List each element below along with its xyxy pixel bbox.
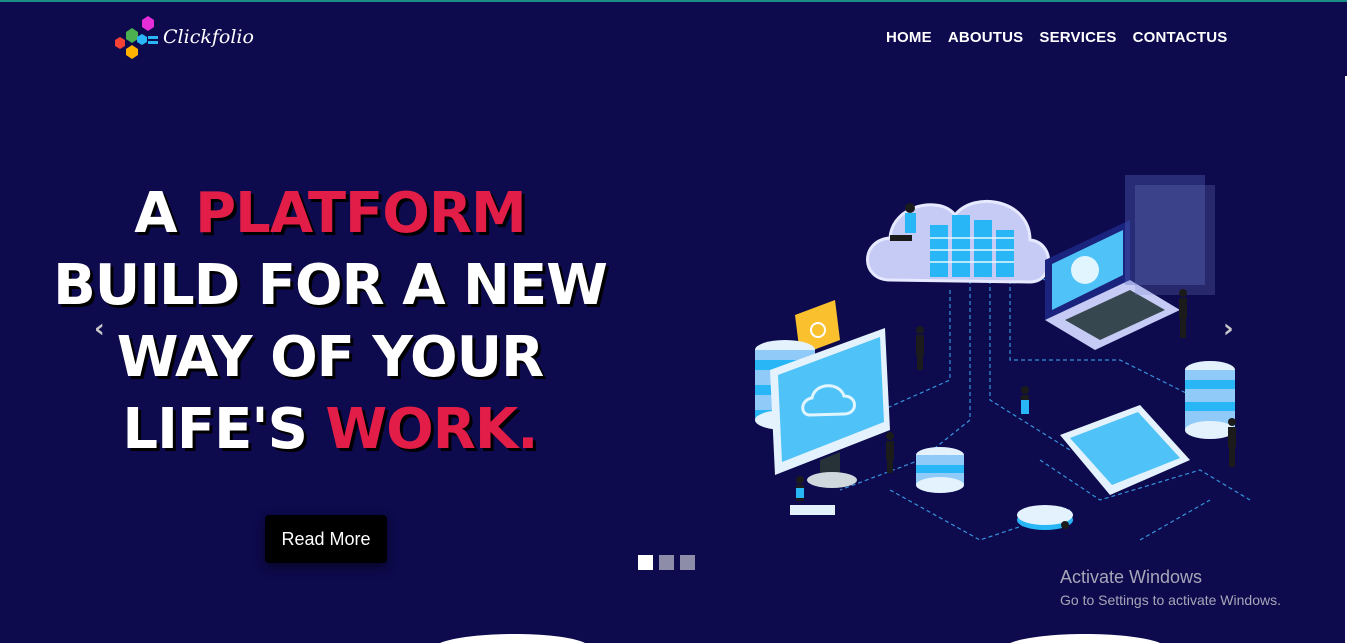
carousel-dot[interactable] xyxy=(638,555,653,570)
hero-headline: A PLATFORM BUILD FOR A NEW WAY OF YOUR L… xyxy=(40,178,620,466)
headline-line-3: WAY OF YOUR xyxy=(116,325,544,390)
nav-aboutus[interactable]: ABOUTUS xyxy=(948,29,1024,46)
carousel-indicators xyxy=(638,555,695,570)
headline-accent: PLATFORM xyxy=(195,181,527,246)
watermark-title: Activate Windows xyxy=(1060,567,1203,587)
cloud-network-illustration xyxy=(755,175,1251,541)
main-nav: HOME ABOUTUS SERVICES CONTACTUS xyxy=(886,29,1227,46)
brand-name[interactable]: Clickfolio xyxy=(163,26,254,48)
carousel-dot[interactable] xyxy=(680,555,695,570)
windows-activation-watermark: Activate Windows Go to Settings to activ… xyxy=(1060,567,1281,608)
carousel-dot[interactable] xyxy=(659,555,674,570)
top-border xyxy=(0,0,1347,2)
headline-text: LIFE'S xyxy=(122,397,326,462)
read-more-button[interactable]: Read More xyxy=(265,515,387,563)
headline-accent: WORK. xyxy=(325,397,538,462)
chevron-left-icon[interactable]: ‹ xyxy=(94,314,105,344)
headline-line-1: A PLATFORM xyxy=(40,178,620,250)
nav-services[interactable]: SERVICES xyxy=(1039,29,1116,46)
watermark-subtitle: Go to Settings to activate Windows. xyxy=(1060,592,1281,608)
headline-line-2: BUILD FOR A NEW xyxy=(53,253,608,318)
headline-line-4: LIFE'S WORK. xyxy=(40,394,620,466)
headline-text: A xyxy=(134,181,196,246)
nav-contactus[interactable]: CONTACTUS xyxy=(1133,29,1228,46)
bottom-wave-decoration xyxy=(440,634,1160,643)
nav-home[interactable]: HOME xyxy=(886,29,932,46)
